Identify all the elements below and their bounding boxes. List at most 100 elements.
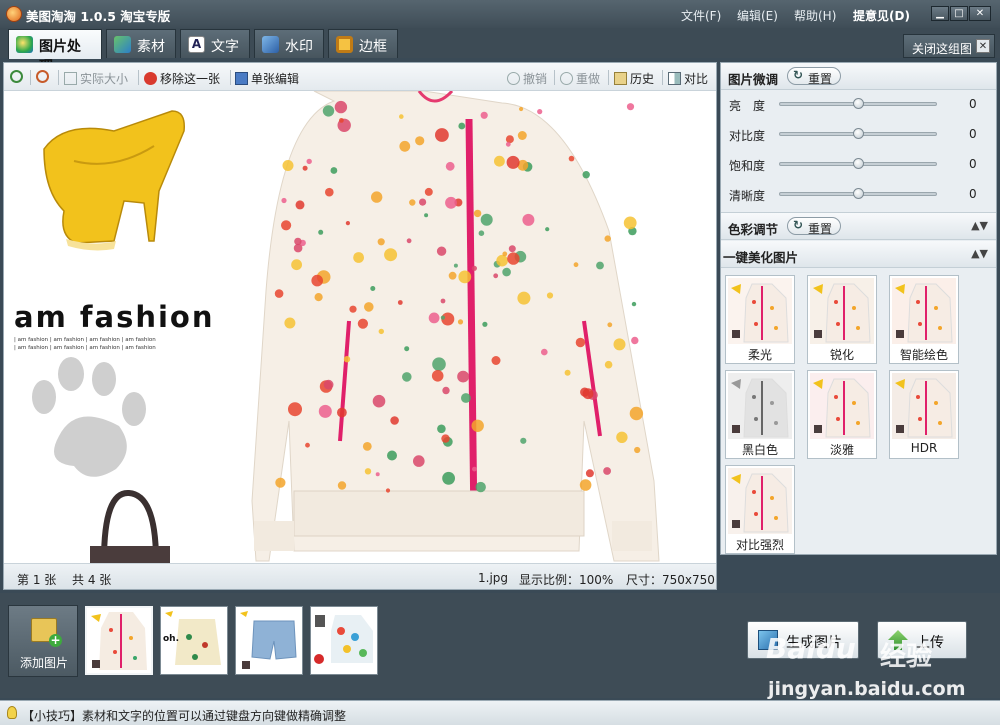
frame-icon — [336, 36, 353, 53]
close-group-button[interactable]: 关闭这组图 ✕ — [903, 34, 995, 58]
filmstrip-thumb-4[interactable] — [310, 606, 378, 675]
slider-label: 饱和度 — [729, 159, 766, 173]
maximize-button[interactable]: □ — [950, 6, 968, 21]
minimize-button[interactable]: ▁ — [931, 6, 949, 21]
undo-icon — [507, 72, 520, 85]
fine-tune-reset-button[interactable]: 重置 — [787, 67, 842, 86]
compare-button[interactable]: 对比 — [668, 70, 708, 87]
zoom-in-icon — [10, 70, 23, 83]
effect-thumbnail — [892, 278, 956, 344]
brand-subtext: | am fashion | am fashion | am fashion |… — [14, 337, 156, 343]
color-adjust-title: 色彩调节 — [728, 222, 779, 237]
effect-option[interactable]: 智能绘色 — [889, 275, 959, 364]
slider-label: 对比度 — [729, 129, 766, 143]
baidu-watermark-logo: Baidu — [766, 632, 856, 665]
menu-file[interactable]: 文件(F) — [681, 7, 721, 24]
image-canvas[interactable]: am fashion | am fashion | am fashion | a… — [4, 91, 716, 563]
jacket-image — [251, 91, 660, 562]
main-tabs: 图片处理 素材 A 文字 水印 边框 — [0, 28, 1000, 75]
image-toolbar: 实际大小 移除这一张 单张编辑 撤销 重做 历史 对比 — [4, 63, 716, 91]
zoom-in-button[interactable] — [10, 70, 26, 84]
close-window-button[interactable]: ✕ — [969, 6, 991, 21]
effect-label: 智能绘色 — [899, 348, 948, 362]
actual-size-icon — [64, 72, 77, 85]
status-bar: 第 1 张 共 4 张 1.jpg 显示比例：100% 尺寸：750x750 — [4, 563, 716, 589]
beautify-title: 一键美化图片 — [723, 250, 799, 265]
app-logo-icon — [6, 6, 22, 22]
tab-frame[interactable]: 边框 — [328, 29, 398, 58]
tab-photo-edit[interactable]: 图片处理 — [8, 29, 102, 75]
slider-value: 0 — [969, 157, 977, 171]
add-folder-icon — [31, 618, 62, 647]
history-icon — [614, 72, 627, 85]
slider-knob[interactable] — [853, 158, 864, 169]
zoom-out-button[interactable] — [36, 70, 52, 84]
menu-feedback[interactable]: 提意见(D) — [853, 7, 910, 24]
add-image-button[interactable]: 添加图片 — [8, 605, 78, 677]
compare-icon — [668, 72, 681, 85]
expand-icon: ▲▼ — [971, 247, 988, 260]
filmstrip-thumb-1[interactable] — [85, 606, 153, 675]
tip-text: 【小技巧】素材和文字的位置可以通过键盘方向键做精确调整 — [22, 709, 347, 723]
fine-tune-header[interactable]: 图片微调 重置 — [721, 63, 996, 90]
slider-value: 0 — [969, 97, 977, 111]
menu-edit[interactable]: 编辑(E) — [737, 7, 778, 24]
tab-watermark[interactable]: 水印 — [254, 29, 324, 58]
slider-value: 0 — [969, 127, 977, 141]
filmstrip-thumb-3[interactable] — [235, 606, 303, 675]
expand-icon: ▲▼ — [971, 219, 988, 232]
undo-button[interactable]: 撤销 — [507, 70, 547, 87]
zoom-out-icon — [36, 70, 49, 83]
effect-option[interactable]: 锐化 — [807, 275, 877, 364]
edit-icon — [235, 72, 248, 85]
effect-thumbnail — [810, 373, 874, 439]
effect-option[interactable]: 淡雅 — [807, 370, 877, 459]
history-button[interactable]: 历史 — [614, 70, 654, 87]
material-icon — [114, 36, 131, 53]
single-edit-button[interactable]: 单张编辑 — [235, 70, 299, 87]
tab-material[interactable]: 素材 — [106, 29, 176, 58]
app-title: 美图淘淘 1.0.5 淘宝专版 — [26, 9, 171, 24]
color-adjust-header[interactable]: 色彩调节 重置 ▲▼ — [721, 212, 996, 240]
effect-option[interactable]: 柔光 — [725, 275, 795, 364]
remove-image-button[interactable]: 移除这一张 — [144, 70, 220, 87]
slider-knob[interactable] — [853, 188, 864, 199]
filename: 1.jpg — [478, 571, 509, 585]
watermark-text: 经验 — [880, 642, 933, 672]
effect-thumbnail — [810, 278, 874, 344]
menu-help[interactable]: 帮助(H) — [794, 7, 836, 24]
image-size: 尺寸：750x750 — [626, 573, 715, 587]
title-bar: 美图淘淘 1.0.5 淘宝专版 文件(F) 编辑(E) 帮助(H) 提意见(D)… — [0, 0, 1000, 28]
close-icon: ✕ — [976, 39, 990, 53]
photo-edit-icon — [16, 36, 33, 53]
effect-label: 淡雅 — [829, 443, 854, 457]
adjust-panel: 图片微调 重置 亮 度 0 对比度 0 饱和度 0 清晰度 0 色彩调节 重置 ▲▼ 一键美化… — [720, 62, 997, 555]
text-icon: A — [188, 36, 205, 53]
slider-label: 亮 度 — [729, 99, 766, 113]
effect-label: 柔光 — [747, 348, 772, 362]
total-image-count: 共 4 张 — [72, 573, 112, 587]
shoe-icon — [43, 110, 185, 251]
watermark-url: jingyan.baidu.com — [768, 678, 966, 700]
tab-text[interactable]: A 文字 — [180, 29, 250, 58]
effect-label: 锐化 — [829, 348, 854, 362]
tip-bar: 【小技巧】素材和文字的位置可以通过键盘方向键做精确调整 — [0, 700, 1000, 725]
slider-knob[interactable] — [853, 98, 864, 109]
work-area: 实际大小 移除这一张 单张编辑 撤销 重做 历史 对比 am fashion |… — [3, 62, 717, 590]
effect-option[interactable]: 黑白色 — [725, 370, 795, 459]
redo-button[interactable]: 重做 — [560, 70, 600, 87]
watermark-icon — [262, 36, 279, 53]
redo-icon — [560, 72, 573, 85]
product-image: am fashion | am fashion | am fashion | a… — [14, 91, 660, 563]
beautify-header[interactable]: 一键美化图片 ▲▼ — [721, 241, 996, 268]
paw-print-icon — [32, 357, 146, 477]
effect-option[interactable]: 对比强烈 — [725, 465, 795, 554]
fine-tune-title: 图片微调 — [728, 72, 779, 87]
color-reset-button[interactable]: 重置 — [787, 217, 842, 236]
effect-label: 黑白色 — [741, 443, 778, 457]
filmstrip-thumb-2[interactable]: oh. — [160, 606, 228, 675]
slider-knob[interactable] — [853, 128, 864, 139]
remove-icon — [144, 72, 157, 85]
effect-option[interactable]: HDR — [889, 370, 959, 459]
actual-size-button[interactable]: 实际大小 — [64, 70, 128, 87]
